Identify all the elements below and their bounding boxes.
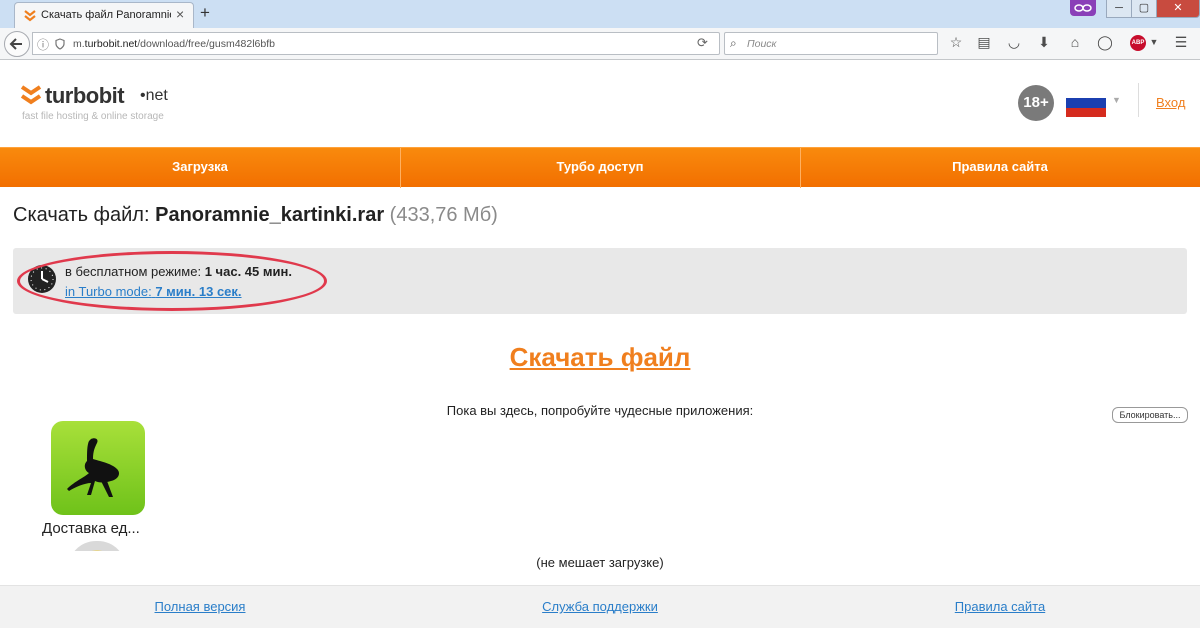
reading-list-icon[interactable]: ▤ <box>975 34 993 51</box>
tab-title: Скачать файл Panoramnie... <box>41 9 171 21</box>
url-path: /download/free/gusm482l6bfb <box>137 38 275 50</box>
url-text: m.turbobit.net/download/free/gusm482l6bf… <box>73 38 275 50</box>
file-name: Panoramnie_kartinki.rar <box>155 204 385 226</box>
browser-tab-bar: Скачать файл Panoramnie... × + ─ ▢ ✕ <box>0 0 1200 28</box>
back-button[interactable] <box>4 31 30 57</box>
address-bar[interactable]: ⓘ m.turbobit.net/download/free/gusm482l6… <box>32 32 720 55</box>
new-tab-button[interactable]: + <box>200 3 210 23</box>
turbobit-logo-icon[interactable] <box>20 83 42 107</box>
language-flag-russia-icon[interactable] <box>1066 89 1106 117</box>
app-tile-delivery[interactable] <box>51 421 145 515</box>
flag-stripe <box>1066 107 1106 117</box>
private-browsing-mask-icon <box>1070 0 1096 16</box>
logo-suffix[interactable]: •net <box>140 87 168 105</box>
home-icon[interactable]: ⌂ <box>1066 34 1084 50</box>
search-icon: ⌕ <box>730 36 737 50</box>
shield-icon[interactable] <box>55 38 65 50</box>
flag-stripe <box>1066 98 1106 108</box>
logo-text[interactable]: turbobit <box>45 83 125 109</box>
bookmark-star-icon[interactable]: ☆ <box>947 34 965 51</box>
promo-note: (не мешает загрузке) <box>536 555 664 570</box>
browser-toolbar: ⓘ m.turbobit.net/download/free/gusm482l6… <box>0 28 1200 60</box>
url-prefix: m. <box>73 38 85 50</box>
title-prefix: Скачать файл: <box>13 204 150 226</box>
file-size: (433,76 Мб) <box>389 204 498 226</box>
menu-hamburger-icon[interactable]: ☰ <box>1172 34 1190 51</box>
url-host: turbobit.net <box>84 38 138 50</box>
logo-tagline: fast file hosting & online storage <box>22 111 164 122</box>
reload-icon[interactable]: ⟳ <box>697 35 708 51</box>
login-link[interactable]: Вход <box>1156 95 1185 110</box>
footer: Полная версия Служба поддержки Правила с… <box>0 585 1200 628</box>
highlight-circle <box>17 251 327 311</box>
chevron-down-icon[interactable]: ▼ <box>1112 95 1121 105</box>
turbobit-favicon-icon <box>24 10 36 22</box>
chat-icon[interactable]: ◯ <box>1096 34 1114 51</box>
download-file-button[interactable]: Скачать файл <box>0 342 1200 373</box>
page-title: Скачать файл: Panoramnie_kartinki.rar (4… <box>13 204 498 227</box>
wait-time-panel: в бесплатном режиме: 1 час. 45 мин. in T… <box>13 248 1187 314</box>
nav-item-turbo-access[interactable]: Турбо доступ <box>400 148 800 188</box>
adblock-plus-icon[interactable]: ABP <box>1130 35 1146 51</box>
search-placeholder: Поиск <box>747 38 777 50</box>
footer-link-full-version[interactable]: Полная версия <box>0 599 400 614</box>
nav-item-upload[interactable]: Загрузка <box>0 148 400 188</box>
nav-item-site-rules[interactable]: Правила сайта <box>800 148 1200 188</box>
pocket-icon[interactable]: ◡ <box>1005 34 1023 51</box>
ostrich-icon <box>67 438 119 497</box>
minimize-button[interactable]: ─ <box>1106 0 1132 18</box>
site-header: turbobit •net fast file hosting & online… <box>0 61 1200 147</box>
site-info-icon[interactable]: ⓘ <box>37 36 49 53</box>
back-arrow-icon <box>9 38 22 50</box>
flag-stripe <box>1066 89 1106 99</box>
footer-link-support[interactable]: Служба поддержки <box>400 599 800 614</box>
block-ads-button[interactable]: Блокировать... <box>1112 407 1188 423</box>
app-tile-next-shape <box>68 541 126 551</box>
browser-tab[interactable]: Скачать файл Panoramnie... × <box>14 2 194 28</box>
app-label[interactable]: Доставка ед... <box>42 520 140 537</box>
search-bar[interactable]: ⌕ Поиск <box>724 32 938 55</box>
close-window-button[interactable]: ✕ <box>1156 0 1200 18</box>
download-file-label: Скачать файл <box>509 342 691 372</box>
main-nav: Загрузка Турбо доступ Правила сайта <box>0 147 1200 188</box>
maximize-button[interactable]: ▢ <box>1131 0 1157 18</box>
app-tile-next-partial[interactable] <box>68 541 126 551</box>
footer-link-site-rules[interactable]: Правила сайта <box>800 599 1200 614</box>
header-divider <box>1138 83 1139 117</box>
age-restriction-badge: 18+ <box>1018 85 1054 121</box>
adblock-dropdown-icon[interactable]: ▼ <box>1145 37 1163 47</box>
tab-close-icon[interactable]: × <box>176 6 184 22</box>
promo-text: Пока вы здесь, попробуйте чудесные прило… <box>446 403 754 418</box>
downloads-icon[interactable]: ⬇ <box>1035 34 1053 51</box>
